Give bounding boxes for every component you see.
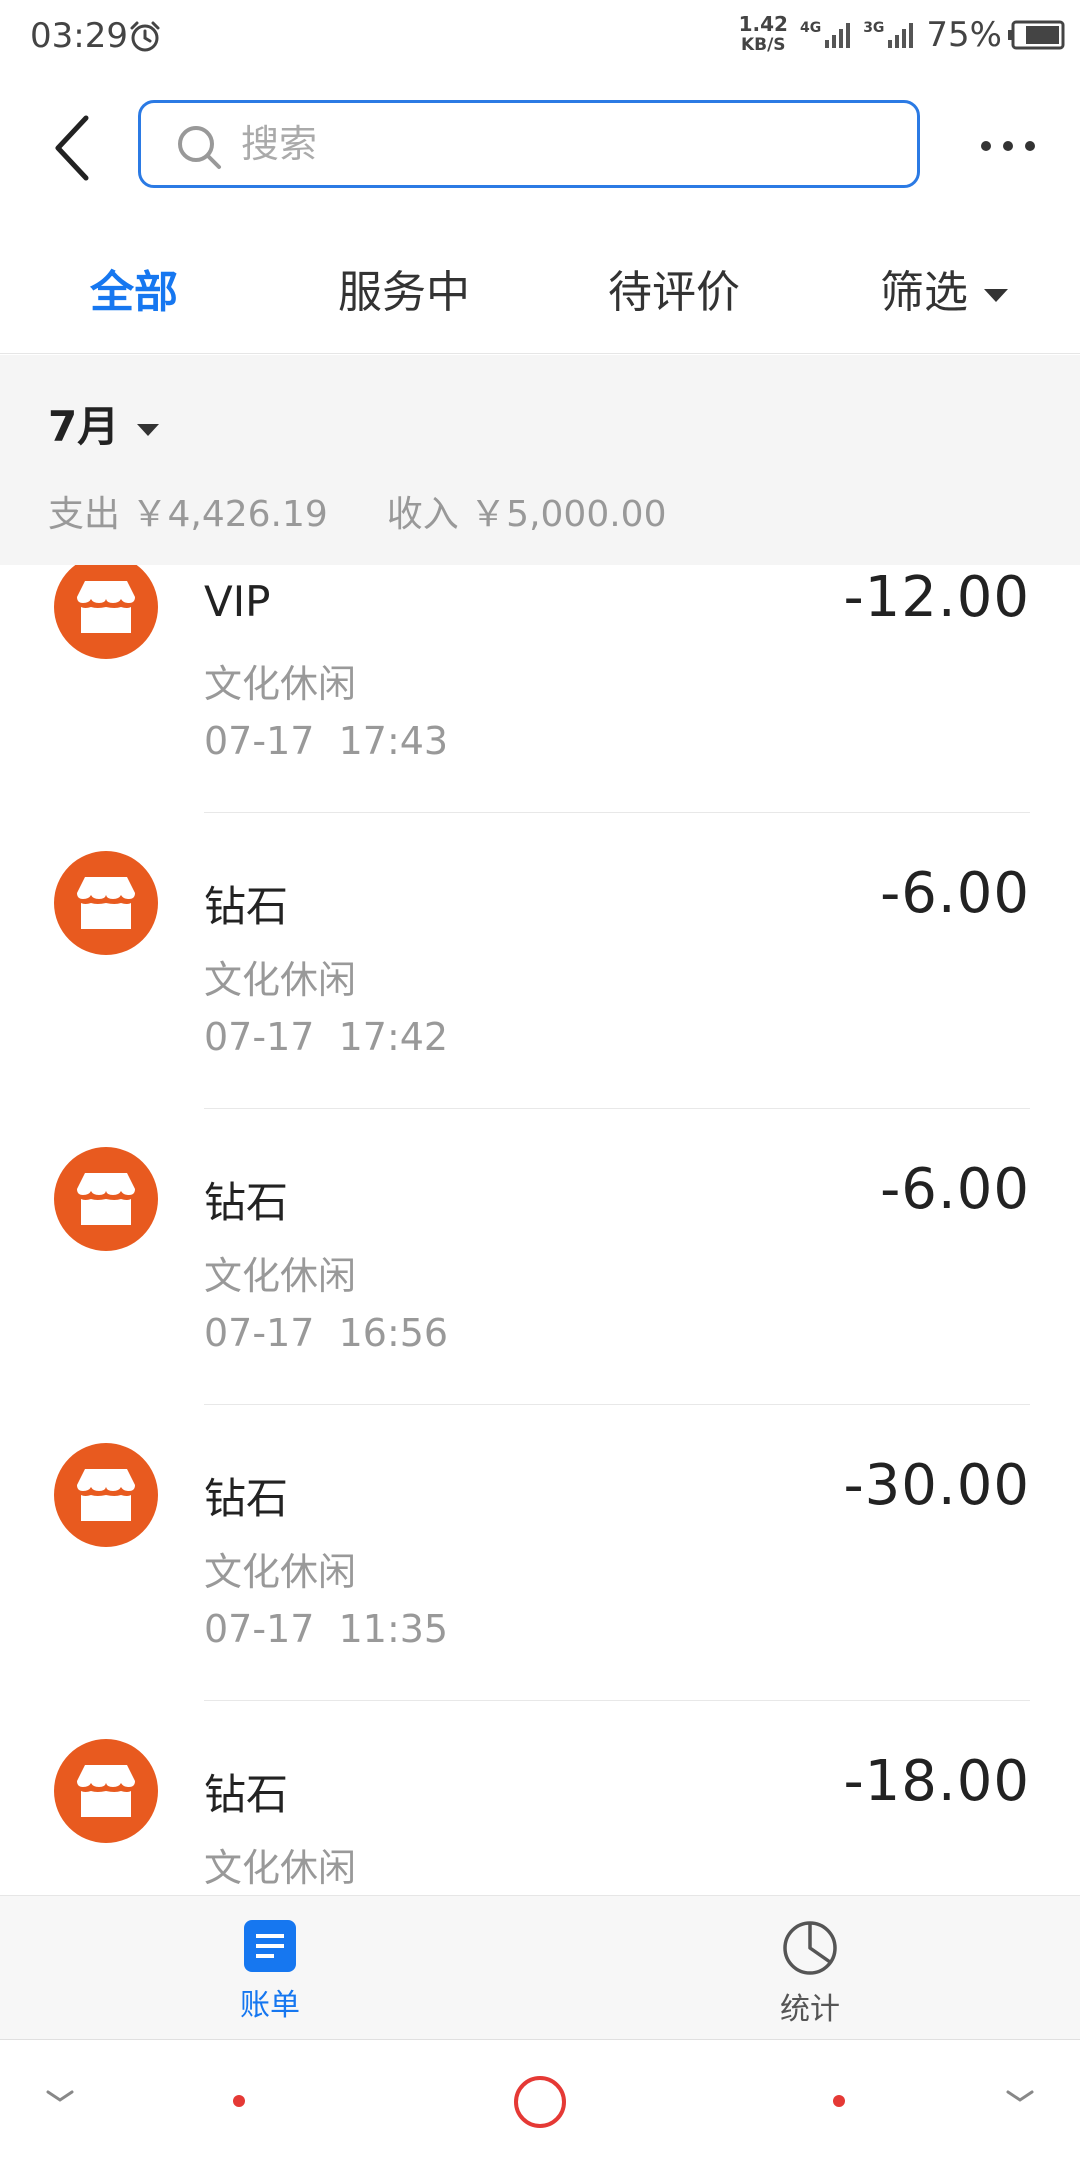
search-icon xyxy=(178,126,221,169)
alarm-icon xyxy=(130,21,160,52)
signal-icon xyxy=(888,23,914,48)
month-selector[interactable]: 7月 xyxy=(48,393,160,454)
transaction-row[interactable]: 钻石 -6.00 文化休闲 07-17 16:56 xyxy=(0,1147,1080,1443)
transaction-title: 钻石 xyxy=(204,1178,289,1227)
search-box[interactable] xyxy=(138,100,920,188)
bottom-nav: 账单 统计 xyxy=(0,1895,1080,2040)
month-totals: 支出 ￥4,426.19 收入 ￥5,000.00 xyxy=(48,485,667,537)
search-input[interactable] xyxy=(241,117,881,171)
tab-to-review[interactable]: 待评价 xyxy=(608,256,740,320)
transaction-amount: -6.00 xyxy=(880,1157,1030,1222)
transaction-row[interactable]: 钻石 -6.00 文化休闲 07-17 17:42 xyxy=(0,851,1080,1147)
transaction-category: 文化休闲 xyxy=(204,1254,357,1298)
row-divider xyxy=(204,1404,1030,1405)
transaction-amount: -18.00 xyxy=(843,1749,1030,1814)
transaction-row[interactable]: 钻石 -30.00 文化休闲 07-17 11:35 xyxy=(0,1443,1080,1739)
bill-icon xyxy=(244,1920,296,1972)
signal-sim2: 3G xyxy=(863,20,916,50)
transaction-datetime: 07-17 16:56 xyxy=(204,1311,448,1355)
chevron-down-icon[interactable] xyxy=(1004,2086,1036,2106)
shop-icon xyxy=(54,1443,158,1547)
back-arrow-icon[interactable] xyxy=(46,108,102,188)
expense-label: 支出 xyxy=(48,494,121,535)
caret-down-icon xyxy=(137,423,160,436)
row-divider xyxy=(204,1108,1030,1109)
filter-tabs: 全部 服务中 待评价 筛选 xyxy=(0,210,1080,354)
row-divider xyxy=(204,812,1030,813)
transaction-amount: -12.00 xyxy=(843,565,1030,630)
shop-icon xyxy=(54,1147,158,1251)
transaction-category: 文化休闲 xyxy=(204,1846,357,1890)
month-summary: 7月 支出 ￥4,426.19 收入 ￥5,000.00 xyxy=(0,355,1080,565)
signal-icon xyxy=(825,23,851,48)
shop-icon xyxy=(54,851,158,955)
dot-icon[interactable] xyxy=(232,2094,246,2108)
tab-all[interactable]: 全部 xyxy=(90,256,178,320)
transaction-date: 07-17 xyxy=(204,1015,315,1059)
status-time: 03:29 xyxy=(30,16,128,56)
tab-in-service[interactable]: 服务中 xyxy=(338,256,470,320)
transaction-amount: -30.00 xyxy=(843,1453,1030,1518)
transaction-category: 文化休闲 xyxy=(204,958,357,1002)
chevron-down-icon[interactable] xyxy=(44,2086,76,2106)
tab-filter-label: 筛选 xyxy=(880,267,968,318)
net-speed: 1.42 KB/S xyxy=(738,12,788,56)
transaction-time: 16:56 xyxy=(338,1311,449,1355)
transaction-amount: -6.00 xyxy=(880,861,1030,926)
transaction-datetime: 07-17 11:35 xyxy=(204,1607,448,1651)
transaction-date: 07-17 xyxy=(204,1311,315,1355)
battery-percent: 75% xyxy=(926,15,1002,55)
transaction-datetime: 07-17 17:42 xyxy=(204,1015,448,1059)
header xyxy=(0,80,1080,210)
system-nav-bar xyxy=(0,2040,1080,2160)
nav-stats-label: 统计 xyxy=(780,1992,840,2027)
shop-icon xyxy=(54,565,158,659)
transaction-date: 07-17 xyxy=(204,1607,315,1651)
transaction-title: 钻石 xyxy=(204,1474,289,1523)
status-bar: 03:29 1.42 KB/S 4G 3G 75% xyxy=(0,0,1080,80)
nav-bills-label: 账单 xyxy=(240,1988,300,2023)
transaction-title: VIP xyxy=(204,577,271,626)
home-circle-icon[interactable] xyxy=(512,2074,568,2130)
transaction-category: 文化休闲 xyxy=(204,662,357,706)
transaction-category: 文化休闲 xyxy=(204,1550,357,1594)
transaction-list: VIP -12.00 文化休闲 07-17 17:43 钻石 -6.00 文化休… xyxy=(0,565,1080,1895)
pie-chart-icon xyxy=(783,1921,837,1975)
transaction-title: 钻石 xyxy=(204,1770,289,1819)
more-icon[interactable] xyxy=(978,126,1038,166)
income-label: 收入 xyxy=(386,494,459,535)
income-amount: ￥5,000.00 xyxy=(470,494,667,535)
transaction-row[interactable]: 钻石 -18.00 文化休闲 xyxy=(0,1739,1080,1895)
month-label: 7月 xyxy=(48,402,120,451)
nav-stats[interactable]: 统计 xyxy=(730,1920,890,2028)
expense-amount: ￥4,426.19 xyxy=(131,494,328,535)
transaction-datetime: 07-17 17:43 xyxy=(204,719,448,763)
transaction-title: 钻石 xyxy=(204,882,289,931)
transaction-time: 17:43 xyxy=(338,719,449,763)
transaction-time: 11:35 xyxy=(338,1607,449,1651)
battery-icon xyxy=(1008,20,1065,50)
nav-bills[interactable]: 账单 xyxy=(190,1920,350,2024)
transaction-date: 07-17 xyxy=(204,719,315,763)
tab-filter[interactable]: 筛选 xyxy=(880,256,1008,320)
signal-sim1: 4G xyxy=(800,20,853,50)
dot-icon[interactable] xyxy=(832,2094,846,2108)
shop-icon xyxy=(54,1739,158,1843)
row-divider xyxy=(204,1700,1030,1701)
transaction-row[interactable]: VIP -12.00 文化休闲 07-17 17:43 xyxy=(0,565,1080,851)
transaction-time: 17:42 xyxy=(338,1015,449,1059)
caret-down-icon xyxy=(984,288,1008,302)
